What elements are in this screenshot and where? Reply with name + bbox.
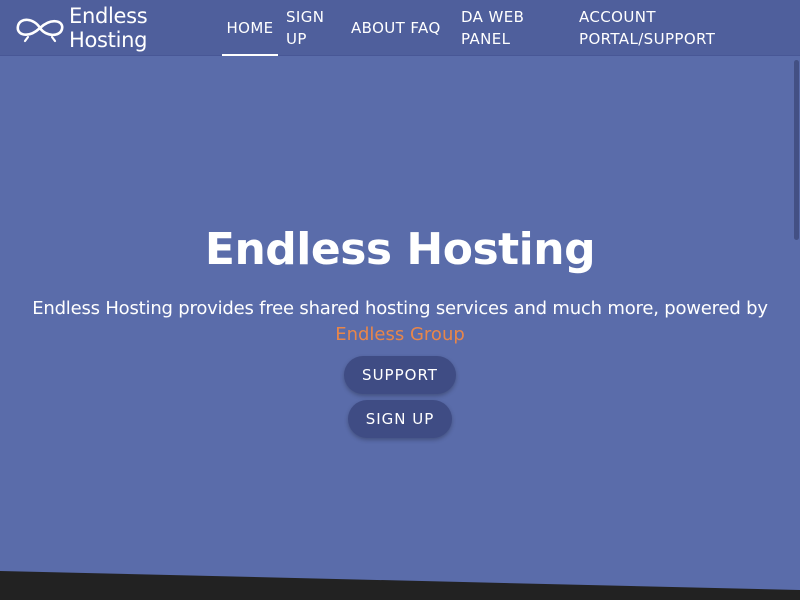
scrollbar-thumb[interactable] (794, 60, 799, 240)
nav-da-line2: PANEL (461, 30, 511, 48)
brand-name-line2: Hosting (69, 28, 148, 52)
nav-home-label: HOME (226, 19, 274, 37)
nav-account-portal-support[interactable]: ACCOUNT PORTAL/SUPPORT (579, 6, 715, 50)
hero-description: Endless Hosting provides free shared hos… (32, 298, 768, 319)
sign-up-button[interactable]: SIGN UP (348, 400, 452, 438)
nav-sign-up[interactable]: SIGN UP (286, 6, 324, 50)
endless-group-link[interactable]: Endless Group (0, 322, 800, 348)
support-button[interactable]: SUPPORT (344, 356, 456, 394)
nav-sign-up-line2: UP (286, 30, 307, 48)
brand-name-line1: Endless (69, 4, 148, 28)
page: Endless Hosting HOME SIGN UP ABOUT FAQ D… (0, 0, 800, 600)
navbar: Endless Hosting HOME SIGN UP ABOUT FAQ D… (0, 0, 800, 56)
nav-da-line1: DA WEB (461, 8, 525, 26)
nav-sign-up-line1: SIGN (286, 8, 325, 26)
hero-title: Endless Hosting (204, 224, 596, 275)
brand-logo-link[interactable]: Endless Hosting (14, 4, 148, 52)
section-divider (0, 571, 800, 600)
nav-account-line1: ACCOUNT (579, 8, 656, 26)
brand-name: Endless Hosting (69, 4, 179, 52)
infinity-icon (16, 18, 64, 43)
nav-about-faq-label: ABOUT FAQ (351, 19, 441, 37)
nav-about-faq[interactable]: ABOUT FAQ (351, 17, 441, 39)
active-underline (222, 54, 278, 56)
nav-da-web-panel[interactable]: DA WEB PANEL (461, 6, 524, 50)
scrollbar[interactable] (792, 56, 800, 600)
nav-home[interactable]: HOME (222, 17, 278, 56)
nav-account-line2: PORTAL/SUPPORT (579, 30, 716, 48)
